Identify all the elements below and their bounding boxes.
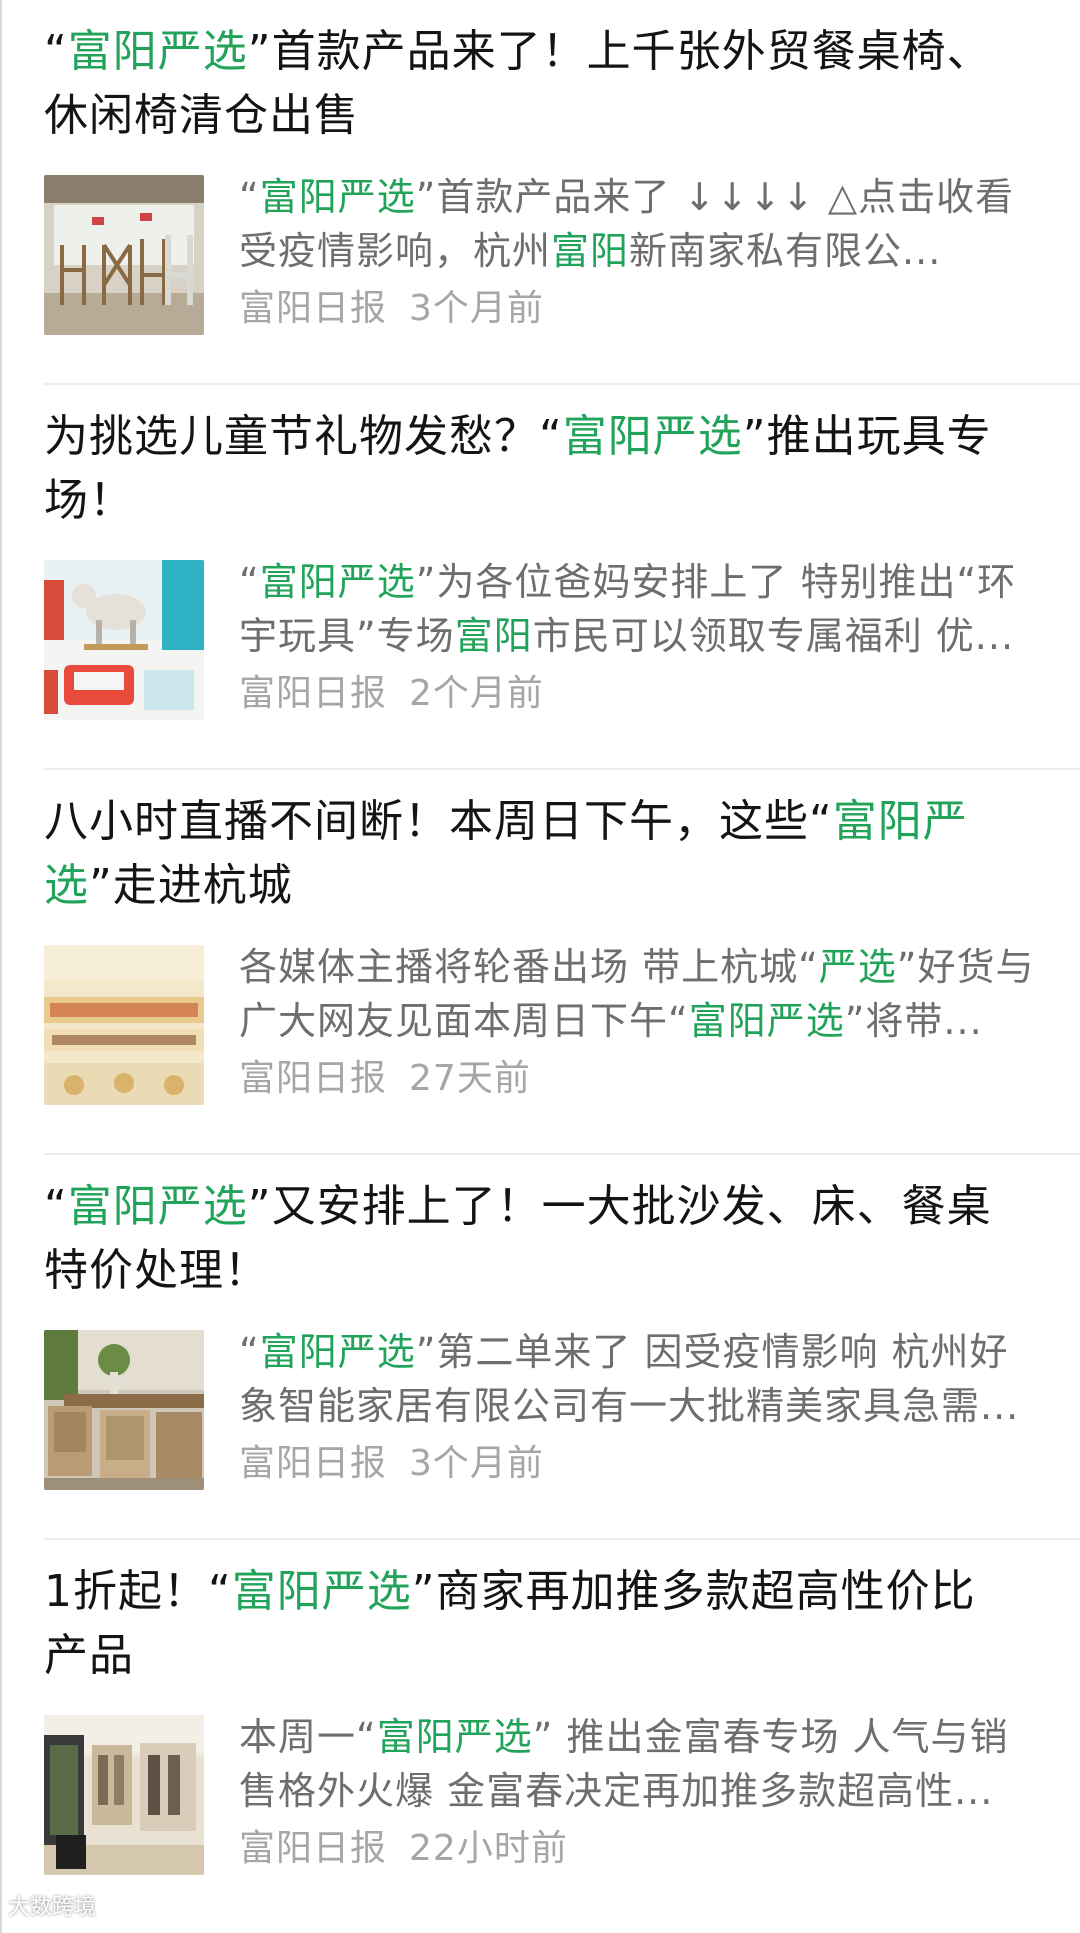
article-item[interactable]: “富阳严选”又安排上了！一大批沙发、床、餐桌特价处理！ “富阳严选”第二单来了 … [44,1155,1080,1540]
article-summary: 本周一“富阳严选” 推出金富春专场 人气与销售格外火爆 金富春决定再加推多款超高… [239,1715,1009,1813]
article-source[interactable]: 富阳日报 [239,673,387,714]
article-time: 22小时前 [409,1828,568,1869]
article-time: 3个月前 [409,288,544,329]
furniture-chairs-thumbnail[interactable] [44,175,204,335]
article-summary: “富阳严选”第二单来了 因受疫情影响 杭州好象智能家居有限公司有一大批精美家具急… [239,1330,1020,1428]
highlighted-keyword: 富阳严选 [376,1715,533,1759]
article-item[interactable]: 1折起！“富阳严选”商家再加推多款超高性价比产品 本周一“富阳严选” 推出金富春… [44,1540,1080,1925]
toy-horse-thumbnail[interactable] [44,560,204,720]
article-title[interactable]: 八小时直播不间断！本周日下午，这些“富阳严选”走进杭城 [44,790,1004,918]
highlighted-keyword: 富阳严选 [231,1566,412,1617]
article-item[interactable]: 为挑选儿童节礼物发愁？“富阳严选”推出玩具专场！ “富阳严选”为各位爸妈安排上了… [44,385,1080,770]
article-time: 2个月前 [409,673,544,714]
article-time: 27天前 [409,1058,531,1099]
article-summary: 各媒体主播将轮番出场 带上杭城“严选”好货与广大网友见面本周日下午“富阳严选”将… [239,945,1035,1043]
highlighted-keyword: 富阳严选 [259,560,416,604]
dining-table-thumbnail[interactable] [44,1330,204,1490]
article-item[interactable]: 八小时直播不间断！本周日下午，这些“富阳严选”走进杭城 各媒体主播将轮番出场 带… [44,770,1080,1155]
highlighted-keyword: 富阳严选 [67,1181,248,1232]
highlighted-keyword: 富阳严选 [259,1330,416,1374]
article-title[interactable]: 为挑选儿童节礼物发愁？“富阳严选”推出玩具专场！ [44,405,1004,533]
left-edge-rule [0,0,2,1933]
article-source[interactable]: 富阳日报 [239,1828,387,1869]
article-meta: 富阳日报 2个月前 [239,667,544,721]
article-summary: “富阳严选”首款产品来了 ↓↓↓↓ △点击收看 受疫情影响，杭州富阳新南家私有限… [239,175,1015,273]
article-meta: 富阳日报 3个月前 [239,282,544,336]
article-summary: “富阳严选”为各位爸妈安排上了 特别推出“环宇玩具”专场富阳市民可以领取专属福利… [239,560,1017,658]
article-meta: 富阳日报 27天前 [239,1052,531,1106]
article-item[interactable]: “富阳严选”首款产品来了！上千张外贸餐桌椅、休闲椅清仓出售 “富阳严选”首款产品… [44,0,1080,385]
highlighted-keyword: 富阳严选 [688,999,845,1043]
article-meta: 富阳日报 3个月前 [239,1437,544,1491]
highlighted-keyword: 富阳严选 [44,796,968,911]
highlighted-keyword: 富阳严选 [562,411,743,462]
article-source[interactable]: 富阳日报 [239,1443,387,1484]
article-source[interactable]: 富阳日报 [239,1058,387,1099]
promo-banner-thumbnail[interactable] [44,945,204,1105]
watermark-logo: 大数跨境 [8,1895,97,1920]
article-title[interactable]: “富阳严选”首款产品来了！上千张外贸餐桌椅、休闲椅清仓出售 [44,20,1004,148]
article-meta: 富阳日报 22小时前 [239,1822,568,1876]
article-time: 3个月前 [409,1443,544,1484]
article-title[interactable]: 1折起！“富阳严选”商家再加推多款超高性价比产品 [44,1560,1004,1688]
highlighted-keyword: 富阳严选 [259,175,416,219]
article-source[interactable]: 富阳日报 [239,288,387,329]
store-interior-thumbnail[interactable] [44,1715,204,1875]
highlighted-keyword: 富阳严选 [67,26,248,77]
article-title[interactable]: “富阳严选”又安排上了！一大批沙发、床、餐桌特价处理！ [44,1175,1004,1303]
highlighted-keyword: 富阳 [551,229,630,273]
article-feed: “富阳严选”首款产品来了！上千张外贸餐桌椅、休闲椅清仓出售 “富阳严选”首款产品… [44,0,1080,1925]
highlighted-keyword: 富阳 [454,614,533,658]
highlighted-keyword: 严选 [818,945,897,989]
